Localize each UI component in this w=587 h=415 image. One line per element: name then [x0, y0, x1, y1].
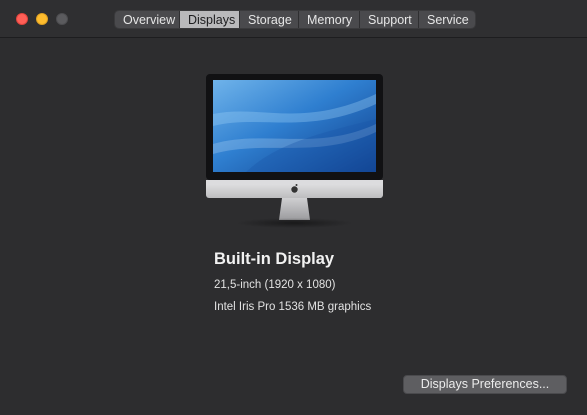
tab-support[interactable]: Support — [360, 11, 419, 28]
display-size: 21,5-inch (1920 x 1080) — [214, 279, 336, 291]
zoom-window-button[interactable] — [56, 13, 68, 25]
imac-icon — [206, 74, 383, 228]
title-bar: Overview Displays Storage Memory Support… — [0, 0, 587, 38]
tab-service[interactable]: Service — [419, 11, 475, 28]
tab-overview[interactable]: Overview — [115, 11, 180, 28]
display-graphics: Intel Iris Pro 1536 MB graphics — [214, 301, 372, 313]
display-info: Built-in Display 21,5-inch (1920 x 1080)… — [214, 249, 371, 314]
close-window-button[interactable] — [16, 13, 28, 25]
displays-preferences-button[interactable]: Displays Preferences... — [403, 375, 567, 394]
display-name: Built-in Display — [214, 250, 335, 268]
about-this-mac-window: Overview Displays Storage Memory Support… — [0, 0, 587, 415]
displays-panel: Built-in Display 21,5-inch (1920 x 1080)… — [0, 38, 587, 415]
tab-memory[interactable]: Memory — [299, 11, 360, 28]
tab-displays[interactable]: Displays — [180, 11, 240, 28]
minimize-window-button[interactable] — [36, 13, 48, 25]
tab-storage[interactable]: Storage — [240, 11, 299, 28]
section-tabs: Overview Displays Storage Memory Support… — [114, 10, 476, 29]
